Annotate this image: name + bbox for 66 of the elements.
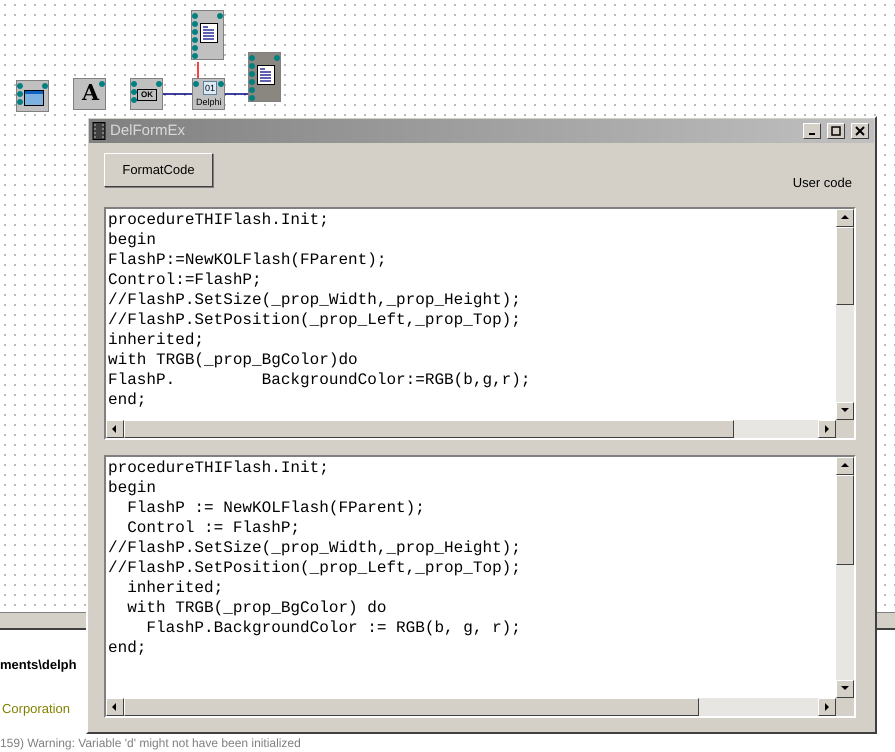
scroll-left-button[interactable] — [106, 698, 124, 716]
code-line: Control := FlashP; — [126, 518, 300, 538]
code-line: procedureTHIFlash.Init; — [108, 458, 329, 478]
code-line: //FlashP.SetPosition(_prop_Left,_prop_Top); — [108, 558, 521, 578]
minimize-button[interactable] — [803, 123, 821, 139]
component-node[interactable] — [191, 10, 224, 60]
code-line: //FlashP.SetPosition(_prop_Left,_prop_Top); — [108, 310, 521, 330]
code-line: inherited; — [126, 578, 224, 598]
scroll-left-button[interactable] — [106, 420, 124, 438]
maximize-button[interactable] — [827, 123, 845, 139]
film-icon — [92, 122, 106, 140]
code-line: procedureTHIFlash.Init; — [108, 210, 329, 230]
component-node[interactable] — [16, 80, 49, 112]
company-text: Corporation — [1, 700, 70, 718]
compiler-message: 159) Warning: Variable 'd' might not have been initialized — [0, 735, 301, 752]
vertical-scrollbar[interactable] — [836, 208, 854, 420]
horizontal-scrollbar[interactable] — [106, 698, 836, 716]
document-icon — [200, 23, 218, 43]
code-line: Control:=FlashP; — [108, 270, 262, 290]
code-line: begin — [108, 478, 156, 498]
user-code-label: User code — [792, 174, 852, 192]
letter-glyph: A — [82, 82, 100, 104]
scrollbar-corner — [836, 698, 854, 716]
maximize-icon — [831, 126, 841, 136]
window-title: DelFormEx — [110, 120, 186, 141]
scroll-thumb[interactable] — [124, 420, 734, 438]
component-node[interactable]: OK — [130, 78, 163, 110]
scrollbar-corner — [836, 420, 854, 438]
scroll-thumb[interactable] — [124, 698, 699, 716]
code-line: with TRGB(_prop_BgColor) do — [126, 598, 386, 618]
minimize-icon — [809, 133, 815, 135]
document-icon — [257, 65, 275, 85]
node-label: Delphi — [196, 97, 222, 107]
vertical-scrollbar[interactable] — [836, 456, 854, 698]
code-editor[interactable] — [104, 454, 856, 718]
code-line: FlashP := NewKOLFlash(FParent); — [126, 498, 425, 518]
code-line: with TRGB(_prop_BgColor)do — [108, 350, 358, 370]
code-line: //FlashP.SetSize(_prop_Width,_prop_Height); — [108, 538, 521, 558]
component-node[interactable]: 01 Delphi — [192, 78, 225, 110]
scroll-right-button[interactable] — [818, 420, 836, 438]
scroll-up-button[interactable] — [836, 456, 854, 474]
code-line: begin — [108, 230, 156, 250]
scroll-right-button[interactable] — [818, 698, 836, 716]
ok-button-glyph: OK — [137, 89, 157, 101]
code-editor[interactable] — [104, 206, 856, 440]
code-line: FlashP.BackgroundColor := RGB(b, g, r); — [145, 618, 521, 638]
scroll-thumb[interactable] — [836, 226, 854, 304]
code-line: //FlashP.SetSize(_prop_Width,_prop_Height); — [108, 290, 521, 310]
close-icon — [855, 126, 865, 136]
format-code-button[interactable]: FormatCode — [104, 153, 213, 187]
window-icon — [24, 90, 44, 106]
code-line: inherited; — [108, 330, 204, 350]
file-path-text: ments\delph — [0, 656, 77, 674]
scroll-down-button[interactable] — [836, 402, 854, 420]
code-line: FlashP:=NewKOLFlash(FParent); — [108, 250, 386, 270]
code-line: FlashP. BackgroundColor:=RGB(b,g,r); — [108, 370, 530, 390]
component-node[interactable] — [248, 52, 281, 102]
scroll-down-button[interactable] — [836, 680, 854, 698]
scroll-thumb[interactable] — [836, 474, 854, 564]
close-button[interactable] — [851, 123, 869, 139]
scroll-up-button[interactable] — [836, 208, 854, 226]
horizontal-scrollbar[interactable] — [106, 420, 836, 438]
code-line: end; — [108, 390, 146, 410]
file-glyph: 01 — [203, 81, 218, 95]
code-line: end; — [108, 638, 146, 658]
component-node[interactable]: A — [73, 78, 106, 110]
